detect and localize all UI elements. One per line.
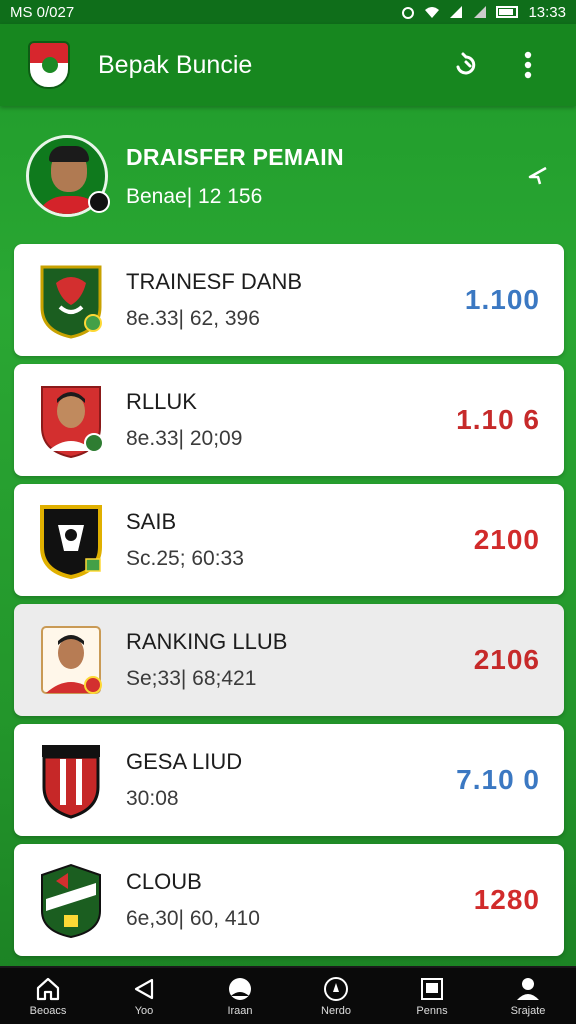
nav-item-back[interactable]: Yoo [106, 975, 182, 1017]
more-vert-icon [524, 51, 532, 79]
nav-label: Iraan [227, 1005, 253, 1017]
list-item[interactable]: CLOUB 6e,30| 60, 410 1280 [14, 844, 564, 956]
nav-label: Beoacs [29, 1005, 67, 1017]
battery-icon [496, 6, 519, 18]
club-crest-icon [38, 861, 104, 939]
back-icon [130, 975, 158, 1003]
list-item[interactable]: RANKING LLUB Se;33| 68;421 2106 [14, 604, 564, 716]
club-sub: 30:08 [126, 787, 179, 810]
status-time-left: MS 0/027 [10, 3, 75, 21]
club-name: TRAINESF DANB [126, 269, 303, 294]
nav-item-ball[interactable]: Iraan [202, 975, 278, 1017]
card-text: GESA LIUD 30:08 [126, 749, 456, 811]
profile-name: DRAISFER PEMAIN [126, 143, 344, 170]
nav-label: Yoo [134, 1005, 154, 1017]
profile-subtitle: Benae| 12 156 [126, 184, 263, 208]
alarm-icon [402, 7, 415, 19]
list-item[interactable]: SAIB Sc.25; 60:33 2100 [14, 484, 564, 596]
club-crest-icon [38, 261, 104, 339]
signal-2-icon [474, 6, 487, 18]
club-score: 2100 [473, 524, 540, 555]
list-item[interactable]: RLLUK 8e.33| 20;09 1.10 6 [14, 364, 564, 476]
rotate-button[interactable] [446, 45, 486, 85]
club-score: 1.100 [464, 284, 540, 315]
list-item[interactable]: GESA LIUD 30:08 7.10 0 [14, 724, 564, 836]
club-sub: 6e,30| 60, 410 [126, 907, 260, 930]
list-item[interactable]: TRAINESF DANB 8e.33| 62, 396 1.100 [14, 244, 564, 356]
app-logo [28, 41, 70, 89]
avatar-badge-icon [88, 191, 110, 213]
club-sub: Se;33| 68;421 [126, 667, 257, 690]
card-text: RLLUK 8e.33| 20;09 [126, 389, 456, 451]
club-name: RLLUK [126, 389, 197, 414]
bottom-navigation: Beoacs Yoo Iraan Nerdo Penns Srajate [0, 966, 576, 1024]
club-score: 1.10 6 [456, 404, 540, 435]
player-profile-header: DRAISFER PEMAIN Benae| 12 156 [26, 124, 556, 228]
card-text: CLOUB 6e,30| 60, 410 [126, 869, 474, 931]
player-portrait-icon [38, 381, 104, 459]
club-score: 1280 [473, 884, 540, 915]
document-icon [418, 975, 446, 1003]
status-time-right: 13:33 [528, 3, 566, 21]
ball-icon [226, 975, 254, 1003]
club-name: CLOUB [126, 869, 202, 894]
app-title: Bepak Buncie [98, 50, 253, 79]
nav-item-document[interactable]: Penns [394, 975, 470, 1017]
nav-label: Srajate [510, 1005, 546, 1017]
club-crest-icon [38, 501, 104, 580]
status-icons: 13:33 [400, 4, 566, 21]
nav-label: Penns [416, 1005, 448, 1017]
club-score: 7.10 0 [456, 764, 540, 795]
club-name: SAIB [126, 509, 177, 534]
card-text: SAIB Sc.25; 60:33 [126, 509, 474, 571]
card-text: RANKING LLUB Se;33| 68;421 [126, 629, 474, 691]
compass-icon [322, 975, 350, 1003]
club-sub: 8e.33| 62, 396 [126, 307, 260, 330]
profile-icon [514, 975, 542, 1003]
more-options-button[interactable] [508, 45, 548, 85]
wifi-icon [425, 7, 440, 18]
nav-label: Nerdo [321, 1005, 351, 1017]
signal-icon [450, 6, 463, 18]
club-name: GESA LIUD [126, 749, 243, 774]
club-sub: Sc.25; 60:33 [126, 547, 244, 570]
club-score: 2106 [473, 644, 540, 675]
status-bar: MS 0/027 13:33 [0, 0, 576, 24]
share-icon [528, 166, 547, 185]
club-sub: 8e.33| 20;09 [126, 427, 243, 450]
player-avatar[interactable] [26, 135, 110, 217]
nav-item-home[interactable]: Beoacs [10, 975, 86, 1017]
home-icon [34, 975, 62, 1003]
nav-item-compass[interactable]: Nerdo [298, 975, 374, 1017]
club-name: RANKING LLUB [126, 629, 288, 654]
club-crest-icon [38, 741, 104, 819]
avatar-hair [49, 146, 89, 162]
nav-item-profile[interactable]: Srajate [490, 975, 566, 1017]
card-text: TRAINESF DANB 8e.33| 62, 396 [126, 269, 465, 331]
club-list: TRAINESF DANB 8e.33| 62, 396 1.100 RLLUK… [14, 244, 564, 964]
player-portrait-icon [38, 621, 104, 699]
app-bar: Bepak Buncie [0, 24, 576, 106]
share-button[interactable] [520, 158, 556, 194]
profile-text: DRAISFER PEMAIN Benae| 12 156 [126, 144, 520, 209]
rotate-icon [456, 52, 476, 75]
